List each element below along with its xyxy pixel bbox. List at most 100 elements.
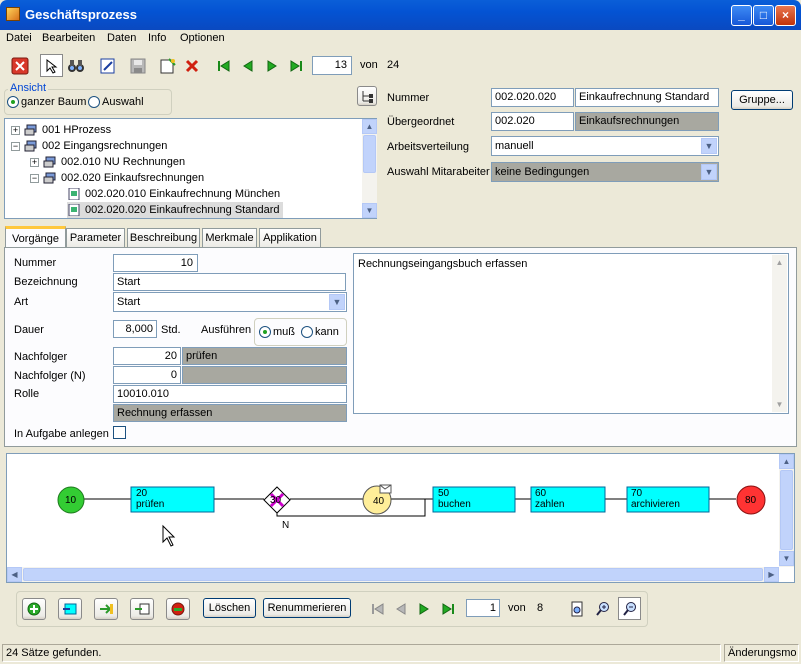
view-option-selection[interactable]: Auswahl bbox=[88, 96, 144, 108]
tree-item[interactable]: + 002.010 NU Rechnungen bbox=[30, 154, 185, 170]
tab-beschreibung[interactable]: Beschreibung bbox=[127, 228, 200, 247]
aufgabe-checkbox[interactable] bbox=[113, 426, 126, 439]
menu-datei[interactable]: Datei bbox=[6, 32, 32, 44]
nummer-description-input[interactable]: Einkaufrechnung Standard bbox=[575, 88, 719, 107]
nachfolger-n-input[interactable]: 0 bbox=[113, 366, 181, 384]
scroll-right-icon[interactable]: ▶ bbox=[764, 567, 779, 582]
scroll-up-icon[interactable]: ▲ bbox=[779, 454, 794, 469]
branch-label: N bbox=[282, 520, 290, 531]
prev-page-button[interactable] bbox=[389, 597, 412, 620]
save-button[interactable] bbox=[126, 54, 149, 77]
radio-tree[interactable] bbox=[7, 96, 19, 108]
first-page-button[interactable] bbox=[366, 597, 389, 620]
radio-muss[interactable] bbox=[259, 326, 271, 338]
scroll-up-icon[interactable]: ▲ bbox=[362, 119, 377, 134]
scroll-thumb[interactable] bbox=[780, 470, 793, 550]
prev-record-button[interactable] bbox=[236, 54, 259, 77]
ausfuehren-option-kann[interactable]: kann bbox=[301, 326, 339, 338]
rolle-input[interactable]: 10010.010 bbox=[113, 385, 347, 403]
art-select[interactable]: Start ▼ bbox=[113, 292, 347, 312]
zoom-out-button[interactable] bbox=[618, 597, 641, 620]
nachfolger-input[interactable]: 20 bbox=[113, 347, 181, 365]
nachfolger-n-label: Nachfolger (N) bbox=[14, 370, 86, 382]
next-page-button[interactable] bbox=[412, 597, 435, 620]
page-number-input[interactable]: 1 bbox=[466, 599, 500, 617]
tree-item-selected[interactable]: 002.020.020 Einkaufrechnung Standard bbox=[67, 202, 283, 218]
menu-info[interactable]: Info bbox=[148, 32, 166, 44]
search-button[interactable] bbox=[64, 54, 87, 77]
chevron-down-icon[interactable]: ▼ bbox=[329, 294, 345, 310]
loeschen-button[interactable]: Löschen bbox=[203, 598, 256, 618]
diagram-horizontal-scrollbar[interactable]: ◀ ▶ bbox=[7, 567, 779, 582]
tab-parameter[interactable]: Parameter bbox=[66, 228, 125, 247]
diagram-vertical-scrollbar[interactable]: ▲ ▼ bbox=[779, 454, 794, 567]
tree-item[interactable]: − 002.020 Einkaufsrechnungen bbox=[30, 170, 204, 186]
zoom-in-button[interactable] bbox=[591, 597, 614, 620]
start-node-label: 10 bbox=[65, 495, 77, 506]
scroll-down-icon[interactable]: ▼ bbox=[772, 397, 787, 412]
tree-item[interactable]: + 001 HProzess bbox=[11, 122, 111, 138]
tab-merkmale[interactable]: Merkmale bbox=[202, 228, 257, 247]
collapse-icon[interactable]: − bbox=[11, 141, 20, 151]
scroll-up-icon[interactable]: ▲ bbox=[772, 255, 787, 270]
last-page-button[interactable] bbox=[436, 597, 459, 620]
scroll-thumb[interactable] bbox=[363, 135, 376, 173]
menu-daten[interactable]: Daten bbox=[107, 32, 136, 44]
ausfuehren-option-muss[interactable]: muß bbox=[259, 326, 295, 338]
tree-item[interactable]: 002.020.010 Einkaufrechnung München bbox=[67, 186, 280, 202]
auswahl-value: keine Bedingungen bbox=[495, 166, 590, 178]
add-node-button[interactable] bbox=[22, 598, 46, 620]
connect-button[interactable] bbox=[94, 598, 118, 620]
description-scrollbar[interactable]: ▲ ▼ bbox=[772, 255, 787, 412]
bezeichnung-input[interactable]: Start bbox=[113, 273, 346, 291]
radio-selection[interactable] bbox=[88, 96, 100, 108]
gruppe-button[interactable]: Gruppe... bbox=[731, 90, 793, 110]
auswahl-select[interactable]: keine Bedingungen ▼ bbox=[491, 162, 719, 182]
fit-page-button[interactable] bbox=[565, 597, 588, 620]
select-tool-button[interactable] bbox=[40, 54, 63, 77]
expand-icon[interactable]: + bbox=[11, 125, 20, 135]
task-node-number: 20 bbox=[136, 488, 148, 499]
delete-record-button[interactable] bbox=[180, 54, 203, 77]
vorgang-nummer-input[interactable]: 10 bbox=[113, 254, 198, 272]
scroll-down-icon[interactable]: ▼ bbox=[779, 551, 794, 566]
collapse-icon[interactable]: − bbox=[30, 173, 39, 183]
insert-task-button[interactable] bbox=[58, 598, 82, 620]
renummerieren-button[interactable]: Renummerieren bbox=[263, 598, 351, 618]
exit-button[interactable] bbox=[8, 54, 31, 77]
menu-bearbeiten[interactable]: Bearbeiten bbox=[42, 32, 95, 44]
uebergeordnet-input[interactable]: 002.020 bbox=[491, 112, 574, 131]
radio-kann[interactable] bbox=[301, 326, 313, 338]
document-node-icon bbox=[68, 204, 80, 216]
expand-icon[interactable]: + bbox=[30, 157, 39, 167]
insert-subprocess-button[interactable] bbox=[130, 598, 154, 620]
tree-item[interactable]: − 002 Eingangsrechnungen bbox=[11, 138, 167, 154]
minimize-button[interactable]: _ bbox=[731, 5, 752, 26]
dauer-input[interactable]: 8,000 bbox=[113, 320, 157, 338]
scroll-thumb[interactable] bbox=[23, 568, 763, 581]
chevron-down-icon[interactable]: ▼ bbox=[701, 138, 717, 154]
maximize-button[interactable]: □ bbox=[753, 5, 774, 26]
close-button[interactable]: × bbox=[775, 5, 796, 26]
description-textarea[interactable]: Rechnungseingangsbuch erfassen ▲ ▼ bbox=[353, 253, 789, 414]
chevron-down-icon[interactable]: ▼ bbox=[701, 164, 717, 180]
scroll-left-icon[interactable]: ◀ bbox=[7, 567, 22, 582]
arbeitsverteilung-select[interactable]: manuell ▼ bbox=[491, 136, 719, 156]
new-record-button[interactable] bbox=[156, 54, 179, 77]
scroll-down-icon[interactable]: ▼ bbox=[362, 203, 377, 218]
auswahl-label: Auswahl Mitarabeiter bbox=[387, 166, 490, 178]
menu-optionen[interactable]: Optionen bbox=[180, 32, 225, 44]
tree-scrollbar[interactable]: ▲ ▼ bbox=[362, 119, 377, 218]
edit-button[interactable] bbox=[96, 54, 119, 77]
tree-navigate-button[interactable] bbox=[357, 86, 377, 106]
tab-vorgaenge[interactable]: Vorgänge bbox=[5, 226, 66, 248]
delete-node-button[interactable] bbox=[166, 598, 190, 620]
view-option-tree[interactable]: ganzer Baum bbox=[7, 96, 86, 108]
record-number-input[interactable]: 13 bbox=[312, 56, 352, 75]
nummer-input[interactable]: 002.020.020 bbox=[491, 88, 574, 107]
last-record-button[interactable] bbox=[284, 54, 307, 77]
tab-applikation[interactable]: Applikation bbox=[259, 228, 321, 247]
next-record-button[interactable] bbox=[260, 54, 283, 77]
tree-item-label: 002.020 Einkaufsrechnungen bbox=[61, 172, 205, 184]
first-record-button[interactable] bbox=[212, 54, 235, 77]
